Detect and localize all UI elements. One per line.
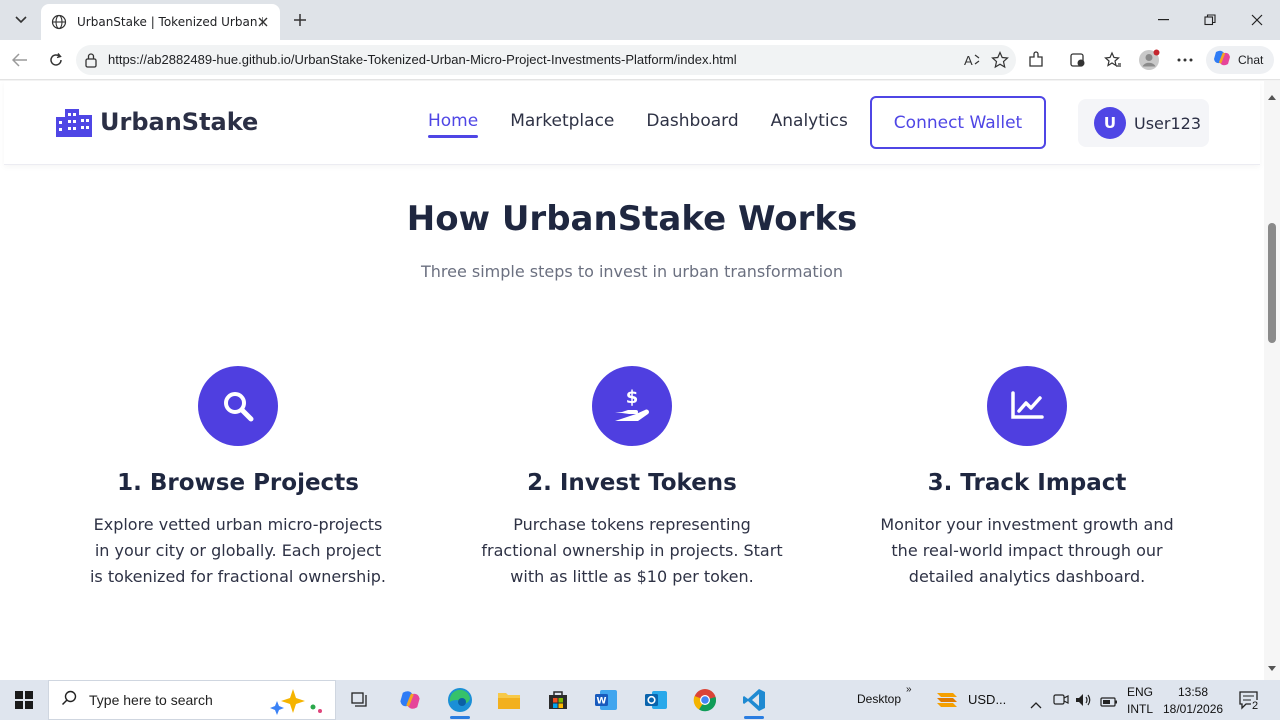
- currency-widget-icon[interactable]: [935, 689, 959, 715]
- taskbar-search[interactable]: Type here to search: [48, 680, 336, 720]
- volume-icon[interactable]: [1075, 692, 1093, 712]
- section-title: How UrbanStake Works: [406, 199, 858, 239]
- nav-dashboard[interactable]: Dashboard: [646, 111, 738, 137]
- nav-home[interactable]: Home: [428, 111, 479, 138]
- profile-avatar-icon[interactable]: [1137, 48, 1161, 72]
- refresh-icon[interactable]: [44, 48, 68, 72]
- word-icon[interactable]: W: [586, 684, 626, 716]
- svg-text:A: A: [964, 53, 973, 68]
- page: UrbanStake Home Marketplace Dashboard An…: [4, 81, 1260, 680]
- file-explorer-icon[interactable]: [489, 684, 529, 716]
- step-card: 3. Track Impact Monitor your investment …: [862, 366, 1192, 590]
- scroll-down-icon[interactable]: [1268, 657, 1276, 676]
- windows-start-icon[interactable]: [0, 680, 48, 720]
- browser-toolbar: https://ab2882489-hue.github.io/UrbanSta…: [0, 40, 1280, 80]
- favorites-icon[interactable]: [1101, 48, 1125, 72]
- step-title: 2. Invest Tokens: [527, 470, 737, 496]
- step-description: Purchase tokens representing fractional …: [481, 515, 783, 586]
- chevrons-icon[interactable]: »: [906, 684, 912, 695]
- favorite-star-icon[interactable]: [988, 48, 1012, 72]
- language-bottom[interactable]: INTL: [1127, 702, 1153, 716]
- step-card: $ 2. Invest Tokens Purchase tokens repre…: [467, 366, 797, 590]
- step-card: 1. Browse Projects Explore vetted urban …: [73, 366, 403, 590]
- copilot-icon: [1212, 48, 1232, 72]
- battery-icon[interactable]: [1100, 693, 1118, 712]
- connect-wallet-button[interactable]: Connect Wallet: [870, 96, 1046, 149]
- task-view-icon[interactable]: [340, 684, 380, 716]
- restore-icon[interactable]: [1187, 0, 1233, 40]
- copilot-app-icon[interactable]: [390, 684, 430, 716]
- scroll-up-icon[interactable]: [1268, 85, 1276, 104]
- main-nav: Home Marketplace Dashboard Analytics: [428, 111, 880, 138]
- currency-label[interactable]: USD...: [968, 692, 1006, 707]
- more-menu-icon[interactable]: [1173, 48, 1197, 72]
- chrome-icon[interactable]: [685, 684, 725, 716]
- site-navbar: UrbanStake Home Marketplace Dashboard An…: [4, 81, 1260, 165]
- section-subtitle: Three simple steps to invest in urban tr…: [420, 262, 844, 281]
- notification-count: 2: [1251, 700, 1260, 712]
- brand-name: UrbanStake: [100, 108, 259, 136]
- close-tab-icon[interactable]: [254, 13, 272, 31]
- outlook-icon[interactable]: [636, 684, 676, 716]
- svg-text:$: $: [626, 387, 639, 408]
- chat-label: Chat: [1238, 53, 1264, 67]
- scrollbar-thumb[interactable]: [1268, 223, 1276, 343]
- brand-logo-link[interactable]: UrbanStake: [56, 107, 258, 137]
- close-window-icon[interactable]: [1234, 0, 1280, 40]
- step-title: 3. Track Impact: [927, 470, 1127, 496]
- nav-marketplace[interactable]: Marketplace: [510, 111, 614, 137]
- clock-date[interactable]: 18/01/2026: [1163, 702, 1223, 716]
- clock-time[interactable]: 13:58: [1178, 685, 1208, 699]
- desktop-label[interactable]: Desktop: [857, 692, 901, 706]
- url-text: https://ab2882489-hue.github.io/UrbanSta…: [108, 52, 737, 67]
- minimize-icon[interactable]: [1141, 0, 1187, 40]
- tab-title: UrbanStake | Tokenized Urban Mic: [77, 15, 263, 29]
- user-menu[interactable]: U User123: [1078, 99, 1209, 147]
- browser-tabstrip: UrbanStake | Tokenized Urban Mic: [0, 0, 1280, 40]
- step-description: Monitor your investment growth and the r…: [880, 515, 1174, 586]
- hand-dollar-icon: $: [592, 366, 672, 446]
- extensions-icon[interactable]: [1024, 48, 1048, 72]
- page-viewport: UrbanStake Home Marketplace Dashboard An…: [0, 81, 1280, 680]
- avatar: U: [1094, 107, 1126, 139]
- tab-list-button[interactable]: [6, 6, 36, 34]
- windows-taskbar: Type here to search W Desktop » USD... E…: [0, 680, 1280, 720]
- microsoft-store-icon[interactable]: [538, 684, 578, 716]
- collections-icon[interactable]: [1066, 48, 1090, 72]
- city-building-icon: [56, 109, 92, 137]
- show-hidden-icons-icon[interactable]: [1030, 694, 1042, 713]
- language-top[interactable]: ENG: [1127, 685, 1153, 699]
- sparkle-icon: [265, 687, 325, 719]
- globe-icon: [51, 14, 67, 30]
- step-title: 1. Browse Projects: [117, 470, 359, 496]
- chart-line-icon: [987, 366, 1067, 446]
- back-arrow-icon[interactable]: [8, 48, 32, 72]
- search-placeholder: Type here to search: [89, 692, 213, 708]
- search-icon: [198, 366, 278, 446]
- step-description: Explore vetted urban micro-projects in y…: [89, 515, 387, 586]
- nav-analytics[interactable]: Analytics: [771, 111, 848, 137]
- read-aloud-icon[interactable]: A: [960, 48, 984, 72]
- vscode-icon[interactable]: [734, 684, 774, 719]
- new-tab-icon[interactable]: [288, 8, 312, 32]
- search-icon: [61, 690, 77, 710]
- browser-tab[interactable]: UrbanStake | Tokenized Urban Mic: [41, 4, 280, 40]
- copilot-chat-button[interactable]: Chat: [1206, 46, 1274, 74]
- site-info-icon[interactable]: [84, 52, 98, 72]
- address-bar[interactable]: https://ab2882489-hue.github.io/UrbanSta…: [76, 45, 1016, 75]
- svg-text:W: W: [597, 697, 607, 707]
- edge-browser-icon[interactable]: [440, 684, 480, 719]
- page-scrollbar[interactable]: [1264, 81, 1280, 680]
- meet-now-icon[interactable]: [1053, 692, 1069, 712]
- username: User123: [1134, 113, 1202, 133]
